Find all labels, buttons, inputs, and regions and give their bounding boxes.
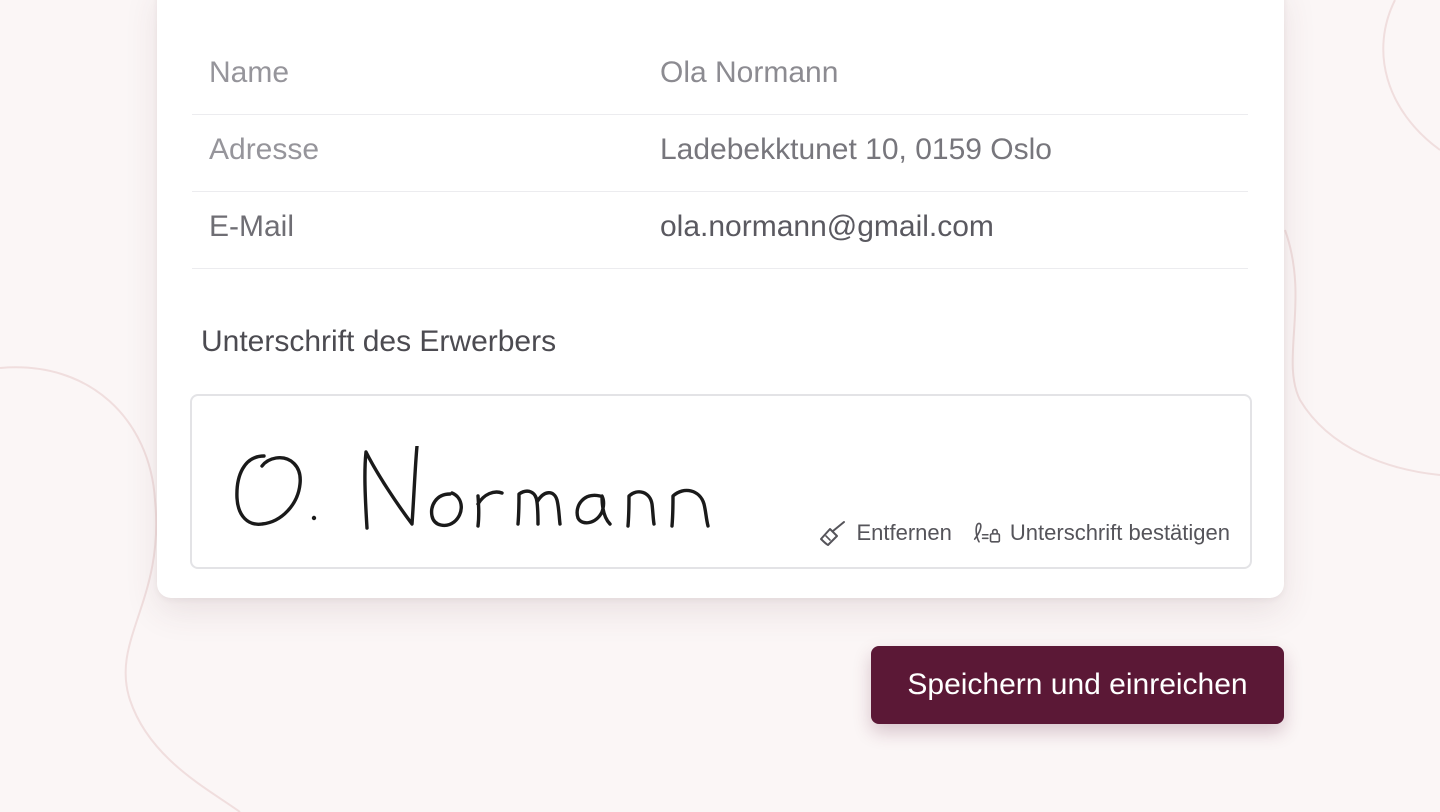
signature-section-title: Unterschrift des Erwerbers xyxy=(201,325,557,358)
confirm-signature-button[interactable]: Unterschrift bestätigen xyxy=(972,518,1230,548)
broom-icon xyxy=(818,518,848,548)
details-card: Name Ola Normann Adresse Ladebekktunet 1… xyxy=(157,0,1284,598)
signature-actions: Entfernen Unterschrift bestätigen xyxy=(818,518,1230,548)
detail-label: Name xyxy=(209,56,290,89)
detail-row-name: Name Ola Normann xyxy=(192,38,1248,115)
detail-value: Ladebekktunet 10, 0159 Oslo xyxy=(660,133,1052,166)
detail-value: Ola Normann xyxy=(660,56,839,89)
detail-label: E-Mail xyxy=(209,210,295,243)
detail-row-address: Adresse Ladebekktunet 10, 0159 Oslo xyxy=(192,115,1248,192)
signature-drawing xyxy=(235,446,710,530)
detail-label: Adresse xyxy=(209,133,320,166)
signature-pad[interactable]: Entfernen Unterschrift bestätigen xyxy=(190,394,1252,569)
confirm-signature-label: Unterschrift bestätigen xyxy=(1009,520,1230,545)
signature-lock-icon xyxy=(972,518,1002,548)
remove-signature-label: Entfernen xyxy=(856,520,952,545)
save-and-submit-button[interactable]: Speichern und einreichen xyxy=(871,646,1284,724)
buyer-details-table: Name Ola Normann Adresse Ladebekktunet 1… xyxy=(192,38,1248,269)
save-and-submit-label: Speichern und einreichen xyxy=(907,668,1248,701)
detail-row-email: E-Mail ola.normann@gmail.com xyxy=(192,192,1248,269)
detail-value: ola.normann@gmail.com xyxy=(660,210,994,243)
remove-signature-button[interactable]: Entfernen xyxy=(818,518,952,548)
